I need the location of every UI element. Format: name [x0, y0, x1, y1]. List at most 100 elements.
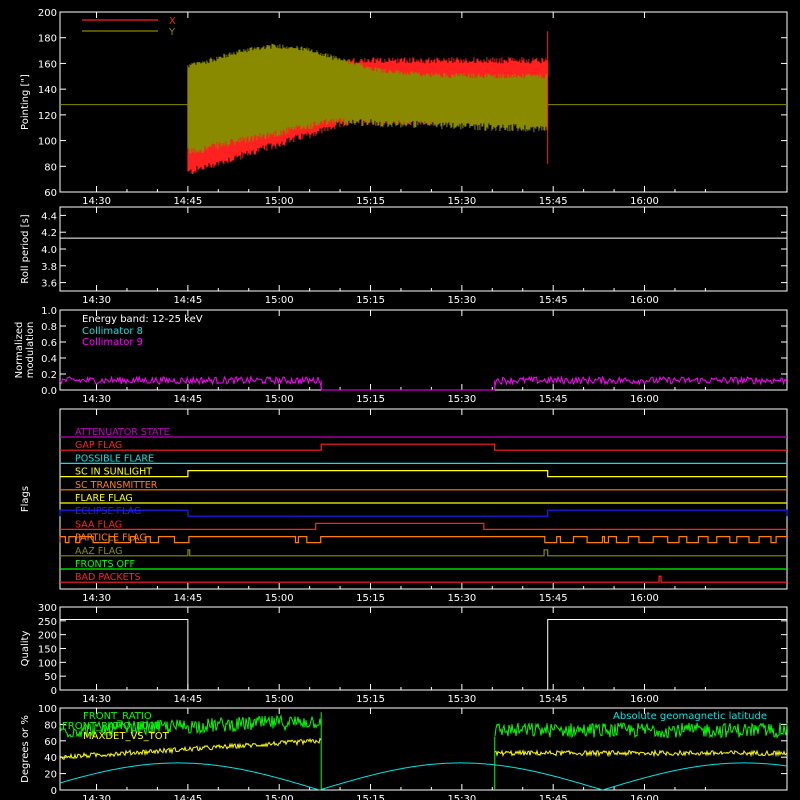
x-tick-label: 14:45 [173, 394, 202, 405]
x-tick-label: 15:15 [356, 394, 385, 405]
y-tick-label: 140 [38, 85, 57, 96]
y-tick-label: 50 [44, 672, 57, 683]
x-tick-label: 15:00 [265, 295, 294, 306]
y-tick-label: 80 [44, 720, 57, 731]
x-tick-label: 15:45 [539, 593, 568, 604]
x-tick-label: 15:00 [265, 593, 294, 604]
y-tick-label: 120 [38, 111, 57, 122]
x-tick-label: 14:45 [173, 694, 202, 705]
x-tick-label: 14:30 [82, 295, 111, 306]
x-tick-label: 15:00 [265, 694, 294, 705]
flag-label: AAZ FLAG [75, 546, 122, 557]
y-axis-label: Roll period [s] [20, 214, 31, 283]
flag-label: ECLIPSE FLAG [75, 506, 141, 517]
rhessi-observing-summary: 14:30 14:45 15:00 15:15 15:30 15:45 16:00 60 80 1… [0, 0, 800, 800]
y-tick-label: 80 [44, 162, 57, 173]
x-tick-label: 15:45 [539, 694, 568, 705]
x-tick-label: 15:00 [265, 794, 294, 800]
y-axis-label: Degrees or % [20, 715, 31, 783]
x-tick-label: 15:30 [447, 593, 476, 604]
x-tick-label: 14:30 [82, 196, 111, 207]
y-tick-label: 4.4 [41, 211, 57, 222]
x-tick-label: 15:30 [447, 694, 476, 705]
legend-label-geomagnetic-latitude: Absolute geomagnetic latitude [613, 711, 767, 722]
x-tick-label: 14:45 [173, 295, 202, 306]
y-tick-label: 100 [38, 704, 57, 715]
flag-label: POSSIBLE FLARE [75, 453, 154, 464]
x-tick-label: 16:00 [630, 295, 659, 306]
x-tick-label: 15:45 [539, 196, 568, 207]
flag-label: PARTICLE FLAG [75, 533, 147, 544]
x-tick-label: 15:15 [356, 295, 385, 306]
flag-label: SC IN SUNLIGHT [75, 467, 152, 478]
x-tick-label: 15:45 [539, 295, 568, 306]
y-tick-label: 150 [38, 645, 57, 656]
y-tick-label: 0.6 [41, 338, 57, 349]
x-tick-label: 15:15 [356, 593, 385, 604]
x-tick-label: 16:00 [630, 694, 659, 705]
y-tick-label: 3.6 [41, 279, 57, 290]
x-tick-label: 14:45 [173, 196, 202, 207]
y-tick-label: 250 [38, 617, 57, 628]
y-axis-label: Flags [20, 486, 31, 512]
y-tick-label: 4.0 [41, 245, 57, 256]
y-tick-label: 0 [51, 786, 57, 797]
x-tick-label: 15:30 [447, 394, 476, 405]
y-axis-label: modulation [25, 322, 36, 379]
y-tick-label: 200 [38, 631, 57, 642]
x-tick-label: 15:15 [356, 196, 385, 207]
legend-label-Y: Y [168, 27, 176, 38]
y-tick-label: 0.4 [41, 354, 57, 365]
legend-label-X: X [169, 16, 176, 27]
y-tick-label: 300 [38, 603, 57, 614]
y-axis-label: Quality [20, 631, 31, 667]
x-tick-label: 15:15 [356, 694, 385, 705]
flag-label: BAD PACKETS [75, 572, 141, 583]
x-tick-label: 15:30 [447, 196, 476, 207]
y-tick-label: 200 [38, 8, 57, 19]
x-tick-label: 15:30 [447, 794, 476, 800]
legend-label-collimator-8: Collimator 8 [82, 326, 143, 337]
flag-label: SC TRANSMITTER [75, 480, 158, 491]
x-tick-label: 14:45 [173, 593, 202, 604]
x-tick-label: 15:00 [265, 394, 294, 405]
y-tick-label: 3.8 [41, 262, 57, 273]
y-tick-label: 0.0 [41, 386, 57, 397]
y-tick-label: 1.0 [41, 306, 57, 317]
legend-label-collimator-9: Collimator 9 [82, 337, 143, 348]
y-tick-label: 60 [44, 737, 57, 748]
y-tick-label: 160 [38, 59, 57, 70]
x-tick-label: 16:00 [630, 196, 659, 207]
x-tick-label: 15:00 [265, 196, 294, 207]
energy-band-annotation: Energy band: 12-25 keV [82, 314, 203, 325]
x-tick-label: 16:00 [630, 794, 659, 800]
y-tick-label: 0.8 [41, 322, 57, 333]
y-tick-label: 20 [44, 770, 57, 781]
x-tick-label: 14:30 [82, 794, 111, 800]
x-tick-label: 14:30 [82, 593, 111, 604]
flag-label: SAA FLAG [75, 519, 122, 530]
legend-label-maxdet-vs-tot: MAXDET_VS_TOT [83, 731, 170, 742]
x-tick-label: 15:15 [356, 794, 385, 800]
x-tick-label: 16:00 [630, 593, 659, 604]
flag-label: GAP FLAG [75, 440, 122, 451]
y-tick-label: 0 [51, 686, 57, 697]
flag-label: ATTENUATOR STATE [75, 427, 170, 438]
y-tick-label: 4.2 [41, 228, 57, 239]
x-tick-label: 14:30 [82, 394, 111, 405]
flag-label: FLARE FLAG [75, 493, 133, 504]
y-tick-label: 100 [38, 137, 57, 148]
x-tick-label: 15:30 [447, 295, 476, 306]
x-tick-label: 15:45 [539, 394, 568, 405]
x-tick-label: 16:00 [630, 394, 659, 405]
y-axis-label: Normalized [14, 322, 25, 379]
flag-label: FRONTS OFF [75, 559, 135, 570]
y-axis-label: Pointing ["] [20, 74, 31, 130]
x-tick-label: 14:45 [173, 794, 202, 800]
y-tick-label: 40 [44, 753, 57, 764]
y-tick-label: 180 [38, 34, 57, 45]
x-tick-label: 15:45 [539, 794, 568, 800]
y-tick-label: 100 [38, 658, 57, 669]
y-tick-label: 0.2 [41, 370, 57, 381]
y-tick-label: 60 [44, 188, 57, 199]
